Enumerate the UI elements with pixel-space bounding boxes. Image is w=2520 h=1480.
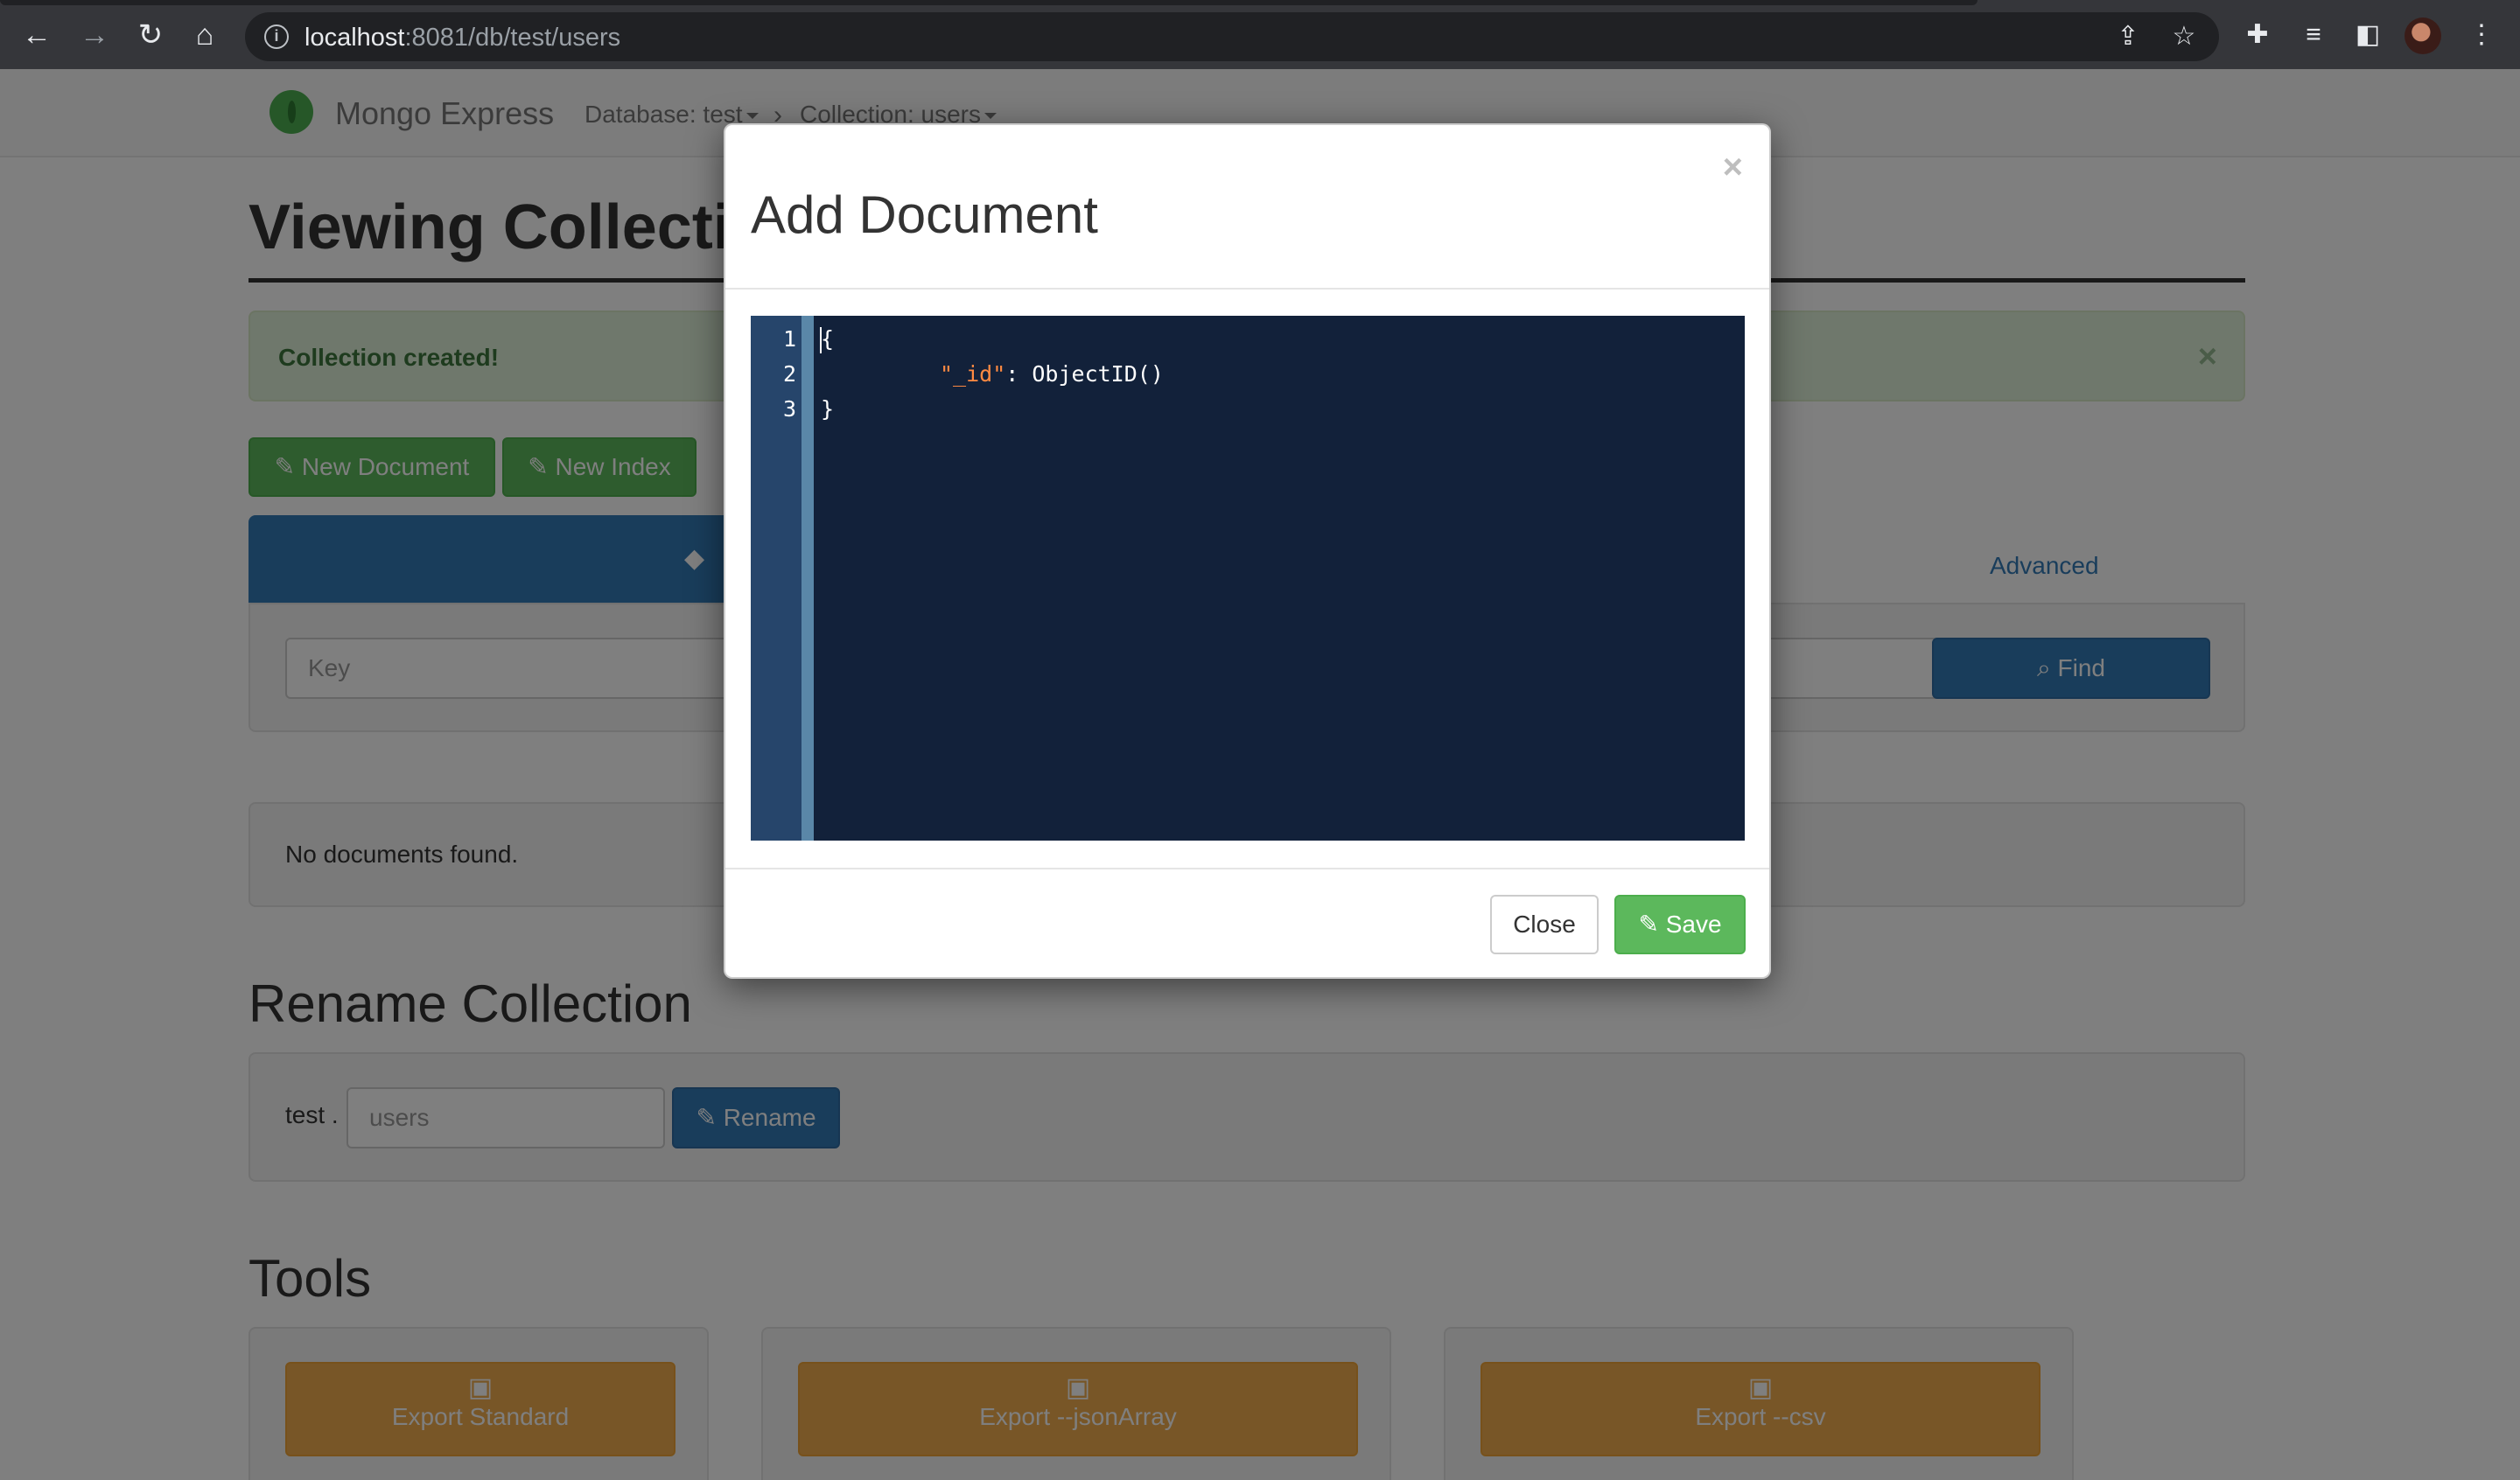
back-icon[interactable]: ← [19, 17, 54, 52]
gutter-bar [802, 316, 814, 841]
code-value: : ObjectID() [1005, 361, 1164, 387]
json-editor[interactable]: 1 2 3 { "_id": ObjectID() } [751, 316, 1745, 841]
reload-icon[interactable]: ↻ [133, 17, 168, 52]
line-number: 2 [782, 361, 796, 387]
bookmark-star-icon[interactable]: ☆ [2166, 19, 2202, 54]
close-button[interactable]: Close [1490, 895, 1599, 954]
pencil-icon: ✎ [1638, 911, 1666, 938]
line-number: 1 [782, 326, 796, 352]
browser-toolbar: ← → ↻ ⌂ i localhost:8081/db/test/users ⇪… [0, 0, 2520, 69]
line-number: 3 [782, 396, 796, 422]
side-panel-icon[interactable]: ◧ [2350, 17, 2385, 52]
save-button[interactable]: ✎ Save [1614, 895, 1746, 954]
save-label: Save [1665, 911, 1722, 938]
add-document-modal: × Add Document 1 2 3 { "_id": ObjectID()… [724, 123, 1771, 979]
code-line-1: { [821, 326, 835, 352]
modal-title: Add Document [751, 185, 1098, 244]
url-text[interactable]: localhost:8081/db/test/users [304, 24, 620, 52]
editor-gutter: 1 2 3 [751, 316, 814, 841]
site-info-icon[interactable]: i [264, 24, 289, 49]
modal-footer-divider [725, 868, 1769, 869]
code-line-2: "_id": ObjectID() [940, 361, 1164, 387]
profile-avatar[interactable] [2404, 17, 2441, 54]
forward-icon[interactable]: → [77, 17, 112, 52]
reading-list-icon[interactable]: ≡ [2296, 17, 2331, 52]
url-path: :8081/db/test/users [404, 24, 621, 52]
share-icon[interactable]: ⇪ [2110, 19, 2146, 54]
extensions-icon[interactable]: ✚ [2240, 17, 2275, 52]
code-key: "_id" [940, 361, 1006, 387]
url-host: localhost [304, 24, 405, 52]
modal-close-icon[interactable]: × [1723, 150, 1743, 185]
home-icon[interactable]: ⌂ [187, 17, 222, 52]
modal-header-divider [725, 288, 1769, 290]
code-line-3: } [821, 396, 835, 422]
kebab-menu-icon[interactable]: ⋮ [2464, 17, 2499, 52]
tab-strip [0, 0, 1978, 5]
address-bar[interactable]: i localhost:8081/db/test/users ⇪ ☆ [245, 12, 2219, 61]
